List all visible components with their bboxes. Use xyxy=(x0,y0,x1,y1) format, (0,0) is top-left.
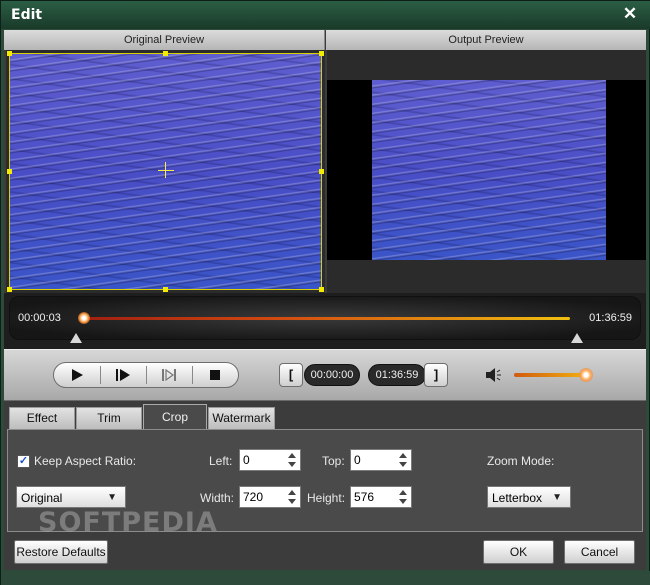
output-preview xyxy=(327,50,646,293)
original-preview xyxy=(6,50,325,293)
keep-aspect-checkbox[interactable]: ✓ xyxy=(17,455,30,468)
title-bar: Edit ✕ xyxy=(1,1,650,29)
set-start-button[interactable]: [ xyxy=(279,363,303,387)
top-label: Top: xyxy=(322,454,345,468)
crop-handle-left[interactable] xyxy=(7,169,12,174)
crop-handle-bottom-right[interactable] xyxy=(319,287,324,292)
crop-panel: ✓ Keep Aspect Ratio: Left: 0 Top: 0 Zoom… xyxy=(7,429,643,538)
top-input[interactable]: 0 xyxy=(350,449,412,471)
crop-handle-top[interactable] xyxy=(163,51,168,56)
width-value: 720 xyxy=(243,490,264,504)
next-frame-button[interactable] xyxy=(100,363,146,387)
width-input[interactable]: 720 xyxy=(239,486,301,508)
left-stepper[interactable] xyxy=(285,451,299,469)
up-arrow-icon[interactable] xyxy=(288,453,296,458)
duration-time: 01:36:59 xyxy=(589,312,632,324)
play-icon xyxy=(72,369,83,381)
width-stepper[interactable] xyxy=(285,488,299,506)
crop-handle-top-right[interactable] xyxy=(319,51,324,56)
edit-window: Edit ✕ Original Preview Output Preview 0… xyxy=(0,0,650,585)
stop-icon xyxy=(210,370,220,380)
aspect-ratio-select[interactable]: Original ▼ xyxy=(16,486,126,508)
volume-slider-handle[interactable] xyxy=(579,368,593,382)
height-input[interactable]: 576 xyxy=(350,486,412,508)
letterbox-area xyxy=(327,80,646,260)
end-time-field[interactable]: 01:36:59 xyxy=(368,364,426,386)
tab-watermark[interactable]: Watermark xyxy=(208,407,275,429)
close-icon[interactable]: ✕ xyxy=(621,5,639,23)
next-frame-icon xyxy=(116,369,130,381)
crosshair-icon xyxy=(158,170,174,171)
dialog-buttons: Restore Defaults OK Cancel xyxy=(4,532,646,570)
stop-button[interactable] xyxy=(192,363,238,387)
output-video-frame xyxy=(372,80,606,260)
down-arrow-icon[interactable] xyxy=(399,462,407,467)
height-stepper[interactable] xyxy=(396,488,410,506)
timeline-area: 00:00:03 01:36:59 xyxy=(4,293,646,349)
mark-frame-button[interactable] xyxy=(146,363,192,387)
crop-handle-top-left[interactable] xyxy=(7,51,12,56)
tab-crop[interactable]: Crop xyxy=(143,404,207,429)
speaker-icon[interactable] xyxy=(484,366,502,384)
cancel-button[interactable]: Cancel xyxy=(564,540,635,564)
ok-button[interactable]: OK xyxy=(483,540,554,564)
tab-trim[interactable]: Trim xyxy=(76,407,142,429)
down-arrow-icon[interactable] xyxy=(288,499,296,504)
current-time: 00:00:03 xyxy=(18,312,61,324)
top-value: 0 xyxy=(354,453,361,467)
editor-client: Original Preview Output Preview 00:00:03… xyxy=(4,30,646,570)
zoom-mode-select[interactable]: Letterbox ▼ xyxy=(487,486,571,508)
volume-track[interactable] xyxy=(514,373,586,377)
aspect-ratio-value: Original xyxy=(21,491,63,505)
transport-controls xyxy=(53,362,239,388)
original-preview-header: Original Preview xyxy=(4,30,325,50)
playback-control-bar: [ 00:00:00 01:36:59 ] xyxy=(4,349,646,401)
up-arrow-icon[interactable] xyxy=(288,490,296,495)
edit-tabs: Effect Trim Crop Watermark xyxy=(4,401,646,429)
tab-effect[interactable]: Effect xyxy=(9,407,75,429)
width-label: Width: xyxy=(200,491,235,505)
left-input[interactable]: 0 xyxy=(239,449,301,471)
crop-handle-right[interactable] xyxy=(319,169,324,174)
crop-handle-bottom[interactable] xyxy=(163,287,168,292)
window-title: Edit xyxy=(11,7,43,23)
down-arrow-icon[interactable] xyxy=(288,462,296,467)
timeline-panel: 00:00:03 01:36:59 xyxy=(9,296,641,340)
set-end-button[interactable]: ] xyxy=(424,363,448,387)
trim-end-marker-icon[interactable] xyxy=(571,333,583,343)
original-video-frame[interactable] xyxy=(9,53,322,290)
up-arrow-icon[interactable] xyxy=(399,490,407,495)
start-time-field[interactable]: 00:00:00 xyxy=(304,364,360,386)
height-label: Height: xyxy=(307,491,346,505)
output-preview-header: Output Preview xyxy=(326,30,646,50)
frame-step-icon xyxy=(162,368,176,382)
timeline-track[interactable] xyxy=(85,317,570,320)
trim-start-marker-icon[interactable] xyxy=(70,333,82,343)
playhead-handle[interactable] xyxy=(78,312,90,324)
chevron-down-icon: ▼ xyxy=(552,492,562,503)
height-value: 576 xyxy=(354,490,375,504)
restore-defaults-button[interactable]: Restore Defaults xyxy=(14,540,108,564)
left-label: Left: xyxy=(209,454,233,468)
zoom-mode-value: Letterbox xyxy=(492,491,543,505)
play-button[interactable] xyxy=(54,363,100,387)
up-arrow-icon[interactable] xyxy=(399,453,407,458)
crop-handle-bottom-left[interactable] xyxy=(7,287,12,292)
window-bottom-border xyxy=(1,571,650,585)
top-stepper[interactable] xyxy=(396,451,410,469)
down-arrow-icon[interactable] xyxy=(399,499,407,504)
zoom-mode-label: Zoom Mode: xyxy=(487,454,555,468)
left-value: 0 xyxy=(243,453,250,467)
chevron-down-icon: ▼ xyxy=(107,492,117,503)
keep-aspect-label: Keep Aspect Ratio: xyxy=(34,454,137,468)
